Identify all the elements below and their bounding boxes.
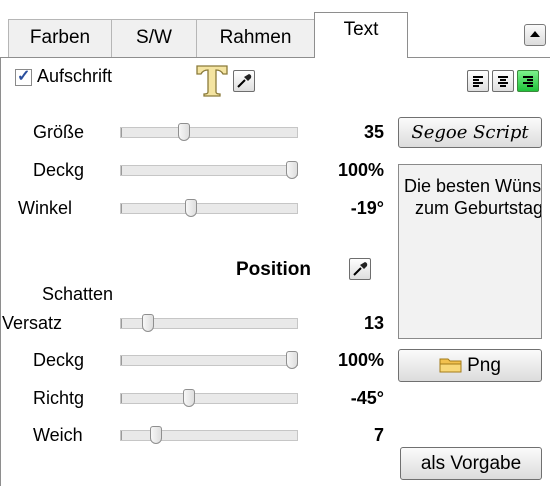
checkmark-icon: ✓ xyxy=(17,68,31,85)
softness-slider-thumb[interactable] xyxy=(150,426,162,444)
align-center-button[interactable] xyxy=(492,70,514,92)
position-label: Position xyxy=(236,259,311,280)
caption-label: Aufschrift xyxy=(37,66,113,86)
align-left-icon xyxy=(473,76,483,87)
tab-scroll-up-button[interactable] xyxy=(524,24,546,46)
size-label: Größe xyxy=(33,122,85,142)
shadow-opacity-label: Deckg xyxy=(33,350,85,370)
size-slider-thumb[interactable] xyxy=(178,123,190,141)
png-label: Png xyxy=(467,355,501,376)
preview-line-1: Die besten Wünsche xyxy=(404,176,542,196)
opacity-value: 100% xyxy=(337,160,384,180)
align-center-icon xyxy=(498,76,508,87)
shadow-label: Schatten xyxy=(42,284,114,304)
softness-label: Weich xyxy=(33,425,83,445)
font-button[interactable]: Segoe Script xyxy=(398,117,542,148)
opacity-slider-thumb[interactable] xyxy=(286,161,298,179)
opacity-slider-track[interactable] xyxy=(120,165,298,176)
direction-value: -45° xyxy=(350,388,384,408)
shadow-opacity-value: 100% xyxy=(337,350,384,370)
eyedropper-icon xyxy=(237,74,252,88)
direction-label: Richtg xyxy=(33,388,85,408)
tab-strip-border xyxy=(0,57,550,58)
softness-value: 7 xyxy=(373,425,384,445)
preview-line-2: zum Geburtstag xyxy=(415,198,542,218)
text-preview: Die besten Wünsche zum Geburtstag xyxy=(398,164,542,339)
softness-slider-track[interactable] xyxy=(120,430,298,441)
shadow-opacity-slider-track[interactable] xyxy=(120,355,298,366)
offset-label: Versatz xyxy=(2,313,63,333)
shadow-opacity-slider-thumb[interactable] xyxy=(286,351,298,369)
align-left-button[interactable] xyxy=(467,70,489,92)
angle-slider-thumb[interactable] xyxy=(185,199,197,217)
angle-value: -19° xyxy=(350,198,384,218)
set-default-button[interactable]: als Vorgabe xyxy=(400,447,542,480)
tab-text[interactable]: Text xyxy=(314,12,408,58)
tab-farben[interactable]: Farben xyxy=(8,19,112,57)
angle-label: Winkel xyxy=(18,198,73,218)
png-button[interactable]: Png xyxy=(398,349,542,382)
caption-checkbox[interactable]: ✓ xyxy=(15,68,32,86)
panel-border xyxy=(0,57,1,486)
position-picker-button[interactable] xyxy=(349,258,371,280)
tab-sw[interactable]: S/W xyxy=(111,19,197,57)
size-value: 35 xyxy=(363,122,384,142)
align-right-button[interactable] xyxy=(517,70,539,92)
offset-value: 13 xyxy=(363,313,384,333)
direction-slider-track[interactable] xyxy=(120,393,298,404)
size-slider-track[interactable] xyxy=(120,127,298,138)
offset-slider-thumb[interactable] xyxy=(142,314,154,332)
direction-slider-thumb[interactable] xyxy=(183,389,195,407)
opacity-label: Deckg xyxy=(33,160,85,180)
align-right-icon xyxy=(523,76,533,87)
angle-slider-track[interactable] xyxy=(120,203,298,214)
text-style-icon[interactable] xyxy=(194,62,230,98)
folder-icon xyxy=(439,358,462,373)
text-color-picker-button[interactable] xyxy=(233,70,255,92)
tab-rahmen[interactable]: Rahmen xyxy=(196,19,315,57)
eyedropper-icon xyxy=(353,262,368,276)
